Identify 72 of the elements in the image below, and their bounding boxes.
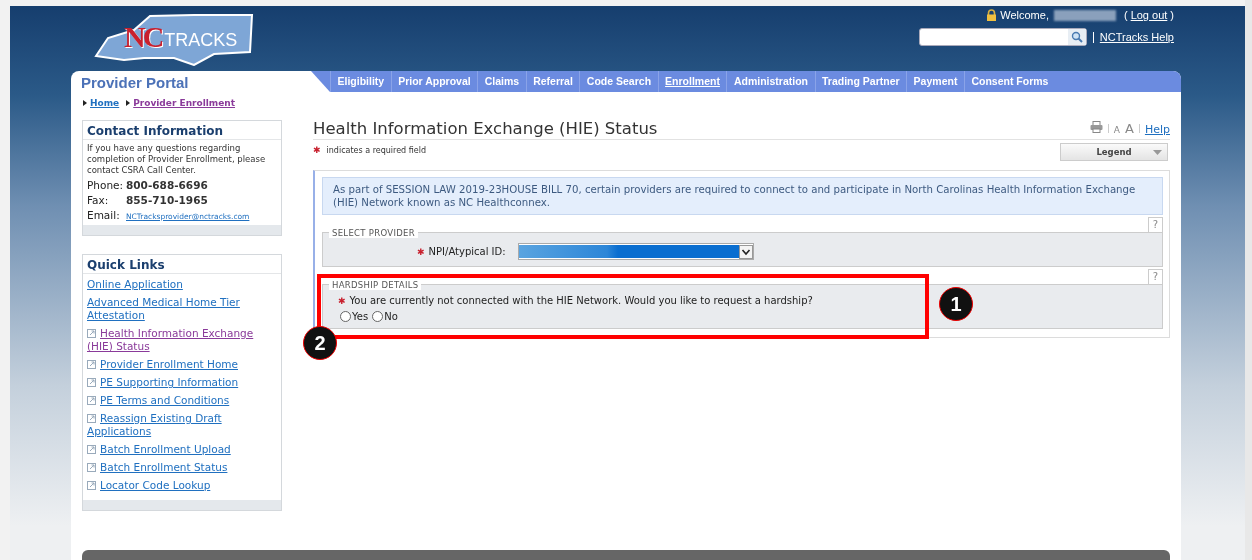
chevron-icon — [738, 244, 753, 259]
section-legend: SELECT PROVIDER — [329, 228, 418, 238]
quick-link[interactable]: Reassign Existing Draft Applications — [87, 412, 277, 438]
help-link[interactable]: NCTracks Help — [1099, 31, 1174, 43]
required-mark: ✱ — [417, 246, 425, 257]
quick-link[interactable]: Online Application — [87, 278, 277, 291]
card-heading: Contact Information — [83, 121, 281, 140]
parenthesis: ( — [1123, 9, 1128, 21]
scrollbar[interactable] — [1245, 0, 1252, 560]
required-mark: ✱ — [338, 295, 346, 306]
info-message: As part of SESSION LAW 2019-23HOUSE BILL 70, certain providers are required to connect to and participate in North Carolinas Health Information Exchange (HIE) Network known as NC Healthconnex. — [322, 177, 1163, 215]
help-link[interactable]: Help — [1144, 123, 1170, 136]
question-text: You are currently not connected with the HIE Network. Would you like to request a hardship? — [349, 295, 813, 306]
search-field[interactable] — [918, 28, 1087, 46]
logout-link[interactable]: Log out — [1130, 9, 1168, 21]
field-label: NPI/Atypical ID: — [428, 246, 506, 257]
quick-link[interactable]: PE Supporting Information — [87, 376, 277, 389]
card-heading: Quick Links — [83, 255, 281, 274]
nav-tab[interactable]: Claims — [477, 71, 526, 92]
quick-link[interactable]: Advanced Medical Home Tier Attestation — [87, 296, 277, 322]
contact-text: If you have any questions regarding completion of Provider Enrollment, please contact CSRA Call Center. — [87, 143, 267, 176]
printer-icon — [1089, 121, 1103, 133]
parenthesis: ) — [1170, 9, 1174, 21]
breadcrumb-link[interactable]: Provider Enrollment — [133, 98, 236, 108]
select-field[interactable] — [517, 243, 754, 260]
contact-label: Phone: — [87, 179, 125, 191]
external-link-icon — [87, 360, 96, 369]
quick-link[interactable]: Batch Enrollment Upload — [87, 443, 277, 456]
nav-tab[interactable]: Administration — [726, 71, 815, 92]
welcome-text: Welcome, — [1000, 9, 1049, 21]
external-link-icon — [87, 396, 96, 405]
external-link-icon — [87, 463, 96, 472]
text-size-large[interactable]: A — [1125, 121, 1134, 136]
external-link-icon — [87, 481, 96, 490]
external-link-icon — [87, 329, 96, 338]
nav-tab[interactable]: Eligibility — [330, 71, 391, 92]
nav-tab[interactable]: Referral — [525, 71, 580, 92]
nav-tab[interactable]: Prior Approval — [390, 71, 478, 92]
quick-link[interactable]: Provider Enrollment Home — [87, 358, 277, 371]
padlock-icon — [986, 9, 998, 21]
page-title: Health Information Exchange (HIE) Status — [313, 119, 658, 138]
contact-number: 855-710-1965 — [126, 194, 208, 206]
section-legend: HARDSHIP DETAILS — [329, 280, 422, 290]
nav-tab[interactable]: Enrollment — [657, 71, 727, 92]
search-icon — [1067, 29, 1086, 45]
breadcrumb-link[interactable]: Home — [90, 98, 120, 108]
quick-link[interactable]: Locator Code Lookup — [87, 479, 277, 492]
radio-option[interactable]: No — [372, 311, 398, 322]
external-link-icon — [87, 378, 96, 387]
external-link-icon — [87, 445, 96, 454]
radio-option[interactable]: Yes — [340, 311, 369, 322]
text-size-small[interactable]: A — [1113, 125, 1120, 135]
nav-tab[interactable]: Trading Partner — [814, 71, 907, 92]
quick-link[interactable]: Health Information Exchange (HIE) Status — [87, 327, 277, 353]
quick-link[interactable]: Batch Enrollment Status — [87, 461, 277, 474]
arrow-icon — [126, 100, 131, 106]
external-link-icon — [87, 414, 96, 423]
arrow-icon — [83, 100, 87, 106]
required-note: indicates a required field — [326, 145, 426, 155]
legend-dropdown[interactable]: Legend — [1060, 143, 1168, 161]
nav-tab[interactable]: Payment — [906, 71, 964, 92]
quick-link[interactable]: PE Terms and Conditions — [87, 394, 277, 407]
contact-label: Email: — [87, 209, 121, 221]
nav-tab[interactable]: Consent Forms — [963, 71, 1055, 92]
nav-tab[interactable]: Code Search — [579, 71, 658, 92]
portal-title: Provider Portal — [80, 73, 190, 92]
required-mark: ✱ — [313, 145, 321, 155]
contact-label: Fax: — [87, 194, 110, 206]
caret-icon — [1153, 150, 1162, 155]
contact-number: 800-688-6696 — [126, 179, 208, 191]
callout-number: 2 — [303, 326, 337, 360]
redacted-name — [1053, 9, 1116, 21]
